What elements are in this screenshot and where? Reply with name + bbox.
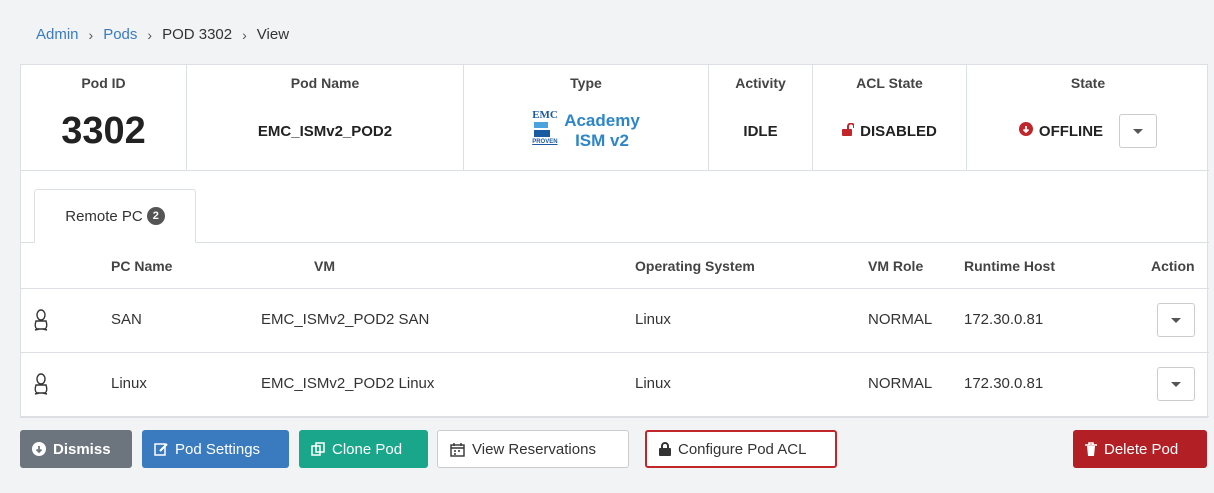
state-header: State: [1070, 75, 1106, 91]
column-runtime-host: Runtime Host: [964, 258, 1055, 274]
acl-state-value: DISABLED: [813, 101, 966, 161]
table-row: SAN EMC_ISMv2_POD2 SAN Linux NORMAL 172.…: [21, 289, 1209, 353]
offline-icon: [1018, 122, 1033, 140]
edit-icon: [154, 442, 168, 456]
unlock-icon: [842, 122, 856, 140]
pod-name-header: Pod Name: [290, 75, 360, 91]
activity-header: Activity: [735, 75, 786, 91]
breadcrumb-pods[interactable]: Pods: [103, 26, 137, 43]
row-action-dropdown[interactable]: [1157, 367, 1195, 401]
calendar-icon: [450, 442, 465, 457]
breadcrumb-admin[interactable]: Admin: [36, 26, 79, 43]
column-vm-role: VM Role: [868, 258, 924, 274]
state-cell: State OFFLINE: [967, 65, 1209, 171]
column-action: Action: [1151, 258, 1195, 274]
type-label[interactable]: Academy ISM v2: [564, 111, 640, 151]
type-value: EMC PROVEN Academy ISM v2: [464, 101, 708, 161]
table-header: PC Name VM Operating System VM Role Runt…: [21, 243, 1209, 289]
vm-role-value: NORMAL: [868, 311, 933, 328]
state-dropdown-button[interactable]: [1119, 114, 1158, 148]
lock-icon: [659, 442, 671, 456]
vm-role-value: NORMAL: [868, 375, 933, 392]
linux-icon: [34, 309, 48, 331]
copy-icon: [311, 442, 325, 456]
column-vm: VM: [314, 258, 335, 274]
chevron-down-icon: [1171, 381, 1181, 387]
activity-cell: Activity IDLE: [709, 65, 813, 171]
breadcrumb: Admin › Pods › POD 3302 › View: [36, 26, 289, 43]
pod-name-value: EMC_ISMv2_POD2: [257, 122, 393, 140]
tab-remote-pc[interactable]: Remote PC 2: [34, 189, 196, 243]
pod-id-header: Pod ID: [81, 75, 126, 91]
emc-proven-logo: EMC PROVEN: [532, 109, 558, 145]
column-os: Operating System: [635, 258, 755, 274]
pod-panel: Pod ID 3302 Pod Name EMC_ISMv2_POD2 Type…: [20, 64, 1209, 418]
clone-pod-button[interactable]: Clone Pod: [299, 430, 428, 468]
runtime-host-value: 172.30.0.81: [964, 311, 1044, 328]
chevron-down-icon: [1133, 128, 1144, 134]
pod-name-cell: Pod Name EMC_ISMv2_POD2: [187, 65, 464, 171]
table-row: Linux EMC_ISMv2_POD2 Linux Linux NORMAL …: [21, 353, 1209, 417]
tab-bar: Remote PC 2: [21, 171, 1209, 243]
pod-id-value: 3302: [61, 109, 146, 152]
breadcrumb-separator: ›: [242, 26, 247, 43]
column-pc-name: PC Name: [111, 258, 173, 274]
trash-icon: [1085, 442, 1097, 456]
acl-state-cell: ACL State DISABLED: [813, 65, 967, 171]
state-value: OFFLINE: [967, 101, 1209, 161]
breadcrumb-current: View: [256, 26, 290, 43]
linux-icon: [34, 373, 48, 395]
row-action-dropdown[interactable]: [1157, 303, 1195, 337]
type-header: Type: [570, 75, 602, 91]
pod-info-table: Pod ID 3302 Pod Name EMC_ISMv2_POD2 Type…: [21, 65, 1209, 171]
dismiss-icon: [32, 442, 46, 456]
dismiss-button[interactable]: Dismiss: [20, 430, 132, 468]
acl-state-header: ACL State: [856, 75, 923, 91]
runtime-host-value: 172.30.0.81: [964, 375, 1044, 392]
pod-settings-button[interactable]: Pod Settings: [142, 430, 289, 468]
breadcrumb-separator: ›: [147, 26, 153, 43]
type-cell: Type EMC PROVEN Academy ISM v2: [464, 65, 709, 171]
pc-name: Linux: [111, 375, 147, 392]
vm-name: EMC_ISMv2_POD2 SAN: [261, 311, 430, 328]
pc-name: SAN: [111, 311, 142, 328]
pod-id-cell: Pod ID 3302: [21, 65, 187, 171]
vm-name: EMC_ISMv2_POD2 Linux: [261, 375, 435, 392]
breadcrumb-pod: POD 3302: [162, 26, 233, 43]
breadcrumb-separator: ›: [88, 26, 94, 43]
configure-pod-acl-button[interactable]: Configure Pod ACL: [645, 430, 837, 468]
delete-pod-button[interactable]: Delete Pod: [1073, 430, 1207, 468]
remote-pc-count-badge: 2: [146, 207, 165, 225]
chevron-down-icon: [1171, 317, 1181, 323]
os-value: Linux: [635, 311, 671, 328]
os-value: Linux: [635, 375, 671, 392]
view-reservations-button[interactable]: View Reservations: [437, 430, 629, 468]
activity-value: IDLE: [743, 122, 778, 140]
